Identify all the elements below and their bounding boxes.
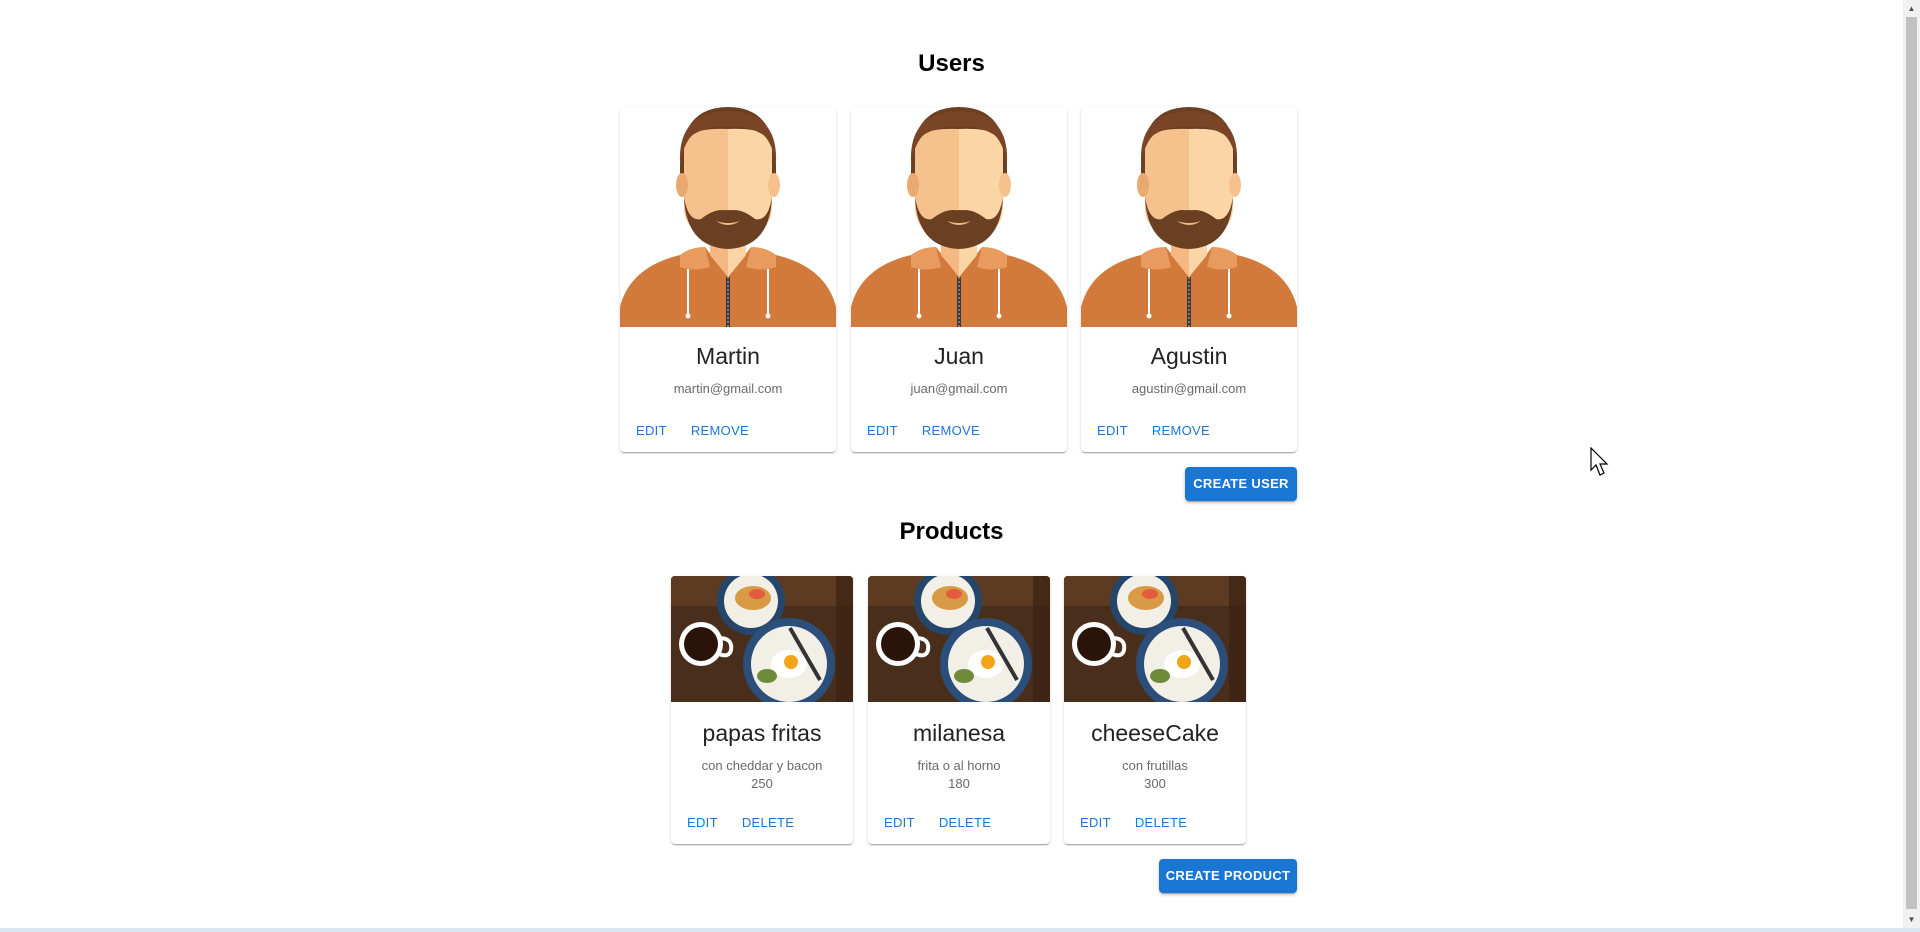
remove-user-button[interactable]: REMOVE [1144, 417, 1218, 444]
viewport: Users Martin martin@gmail.com EDIT REMOV… [0, 0, 1903, 928]
product-card-actions: EDIT DELETE [1072, 809, 1195, 836]
user-card-actions: EDIT REMOVE [1089, 417, 1218, 444]
product-image [671, 576, 853, 702]
user-avatar-illustration [851, 107, 1067, 327]
user-avatar [851, 107, 1067, 327]
user-card-actions: EDIT REMOVE [628, 417, 757, 444]
product-card-actions: EDIT DELETE [679, 809, 802, 836]
user-name: Juan [934, 343, 984, 369]
user-card-actions: EDIT REMOVE [859, 417, 988, 444]
create-product-button[interactable]: CREATE PRODUCT [1159, 859, 1297, 893]
window-bottom-edge [0, 928, 1920, 932]
remove-user-button[interactable]: REMOVE [683, 417, 757, 444]
scrollbar-thumb[interactable] [1906, 17, 1917, 909]
user-email: juan@gmail.com [910, 381, 1008, 396]
scroll-down-arrow-icon[interactable]: ▼ [1903, 911, 1920, 928]
page: Users Martin martin@gmail.com EDIT REMOV… [0, 0, 1920, 932]
user-avatar-illustration [620, 107, 836, 327]
user-card: Juan juan@gmail.com EDIT REMOVE [851, 107, 1067, 452]
user-name: Martin [696, 343, 760, 369]
mouse-cursor-icon [1590, 447, 1609, 476]
edit-user-button[interactable]: EDIT [628, 417, 675, 444]
edit-product-button[interactable]: EDIT [679, 809, 726, 836]
user-card: Martin martin@gmail.com EDIT REMOVE [620, 107, 836, 452]
user-card: Agustin agustin@gmail.com EDIT REMOVE [1081, 107, 1297, 452]
product-image [868, 576, 1050, 702]
user-email: martin@gmail.com [673, 381, 783, 396]
scroll-up-arrow-icon[interactable]: ▲ [1903, 0, 1920, 17]
delete-product-button[interactable]: DELETE [931, 809, 999, 836]
product-card: cheeseCake con frutillas 300 EDIT DELETE [1064, 576, 1246, 844]
product-card: milanesa frita o al horno 180 EDIT DELET… [868, 576, 1050, 844]
product-description: con cheddar y bacon 250 [671, 757, 853, 793]
product-name: milanesa [912, 720, 1006, 746]
product-description-text: con cheddar y bacon [701, 758, 823, 773]
edit-user-button[interactable]: EDIT [1089, 417, 1136, 444]
product-description: con frutillas 300 [1064, 757, 1246, 793]
create-user-button[interactable]: CREATE USER [1185, 467, 1297, 501]
delete-product-button[interactable]: DELETE [1127, 809, 1195, 836]
product-card-actions: EDIT DELETE [876, 809, 999, 836]
edit-product-button[interactable]: EDIT [876, 809, 923, 836]
remove-user-button[interactable]: REMOVE [914, 417, 988, 444]
delete-product-button[interactable]: DELETE [734, 809, 802, 836]
edit-user-button[interactable]: EDIT [859, 417, 906, 444]
product-name: cheeseCake [1091, 720, 1219, 746]
product-name: papas fritas [702, 720, 822, 746]
user-avatar-illustration [1081, 107, 1297, 327]
user-email: agustin@gmail.com [1131, 381, 1247, 396]
product-description-text: frita o al horno [917, 758, 1001, 773]
product-price: 250 [751, 776, 773, 791]
breakfast-photo [868, 576, 1050, 702]
user-avatar [620, 107, 836, 327]
edit-product-button[interactable]: EDIT [1072, 809, 1119, 836]
breakfast-photo [1064, 576, 1246, 702]
breakfast-photo [671, 576, 853, 702]
product-description-text: con frutillas [1122, 758, 1188, 773]
product-price: 180 [948, 776, 970, 791]
product-card: papas fritas con cheddar y bacon 250 EDI… [671, 576, 853, 844]
products-heading: Products [899, 518, 1004, 545]
product-price: 300 [1144, 776, 1166, 791]
vertical-scrollbar[interactable]: ▲ ▼ [1903, 0, 1920, 928]
product-description: frita o al horno 180 [868, 757, 1050, 793]
user-name: Agustin [1150, 343, 1228, 369]
product-image [1064, 576, 1246, 702]
user-avatar [1081, 107, 1297, 327]
users-heading: Users [918, 50, 985, 77]
